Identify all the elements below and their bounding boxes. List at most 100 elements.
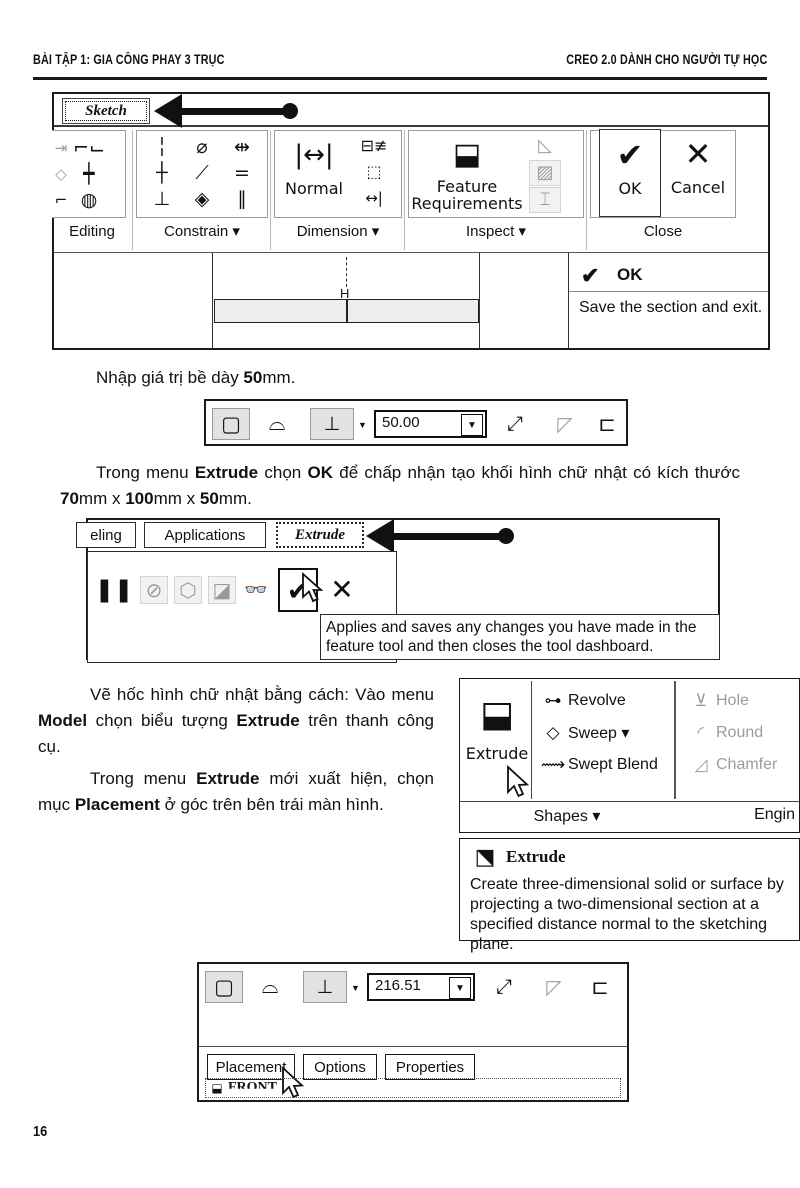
extrude-tooltip-line1: Create three-dimensional solid or surfac… (470, 876, 784, 893)
flip-direction-icon[interactable]: ⤢ (496, 408, 534, 440)
flip-direction-icon[interactable]: ⤢ (485, 971, 523, 1003)
ok-button[interactable]: ✔ OK (599, 129, 661, 217)
coincident-constraint-icon[interactable]: ◈ (183, 186, 221, 212)
remove-material-glyph: ⊏ (591, 975, 609, 999)
mirror-icon[interactable]: ⇥ (50, 136, 72, 160)
corner-icon[interactable]: ⌐ (50, 188, 72, 212)
gallery-footer-engineering[interactable]: Engin (754, 806, 795, 824)
extrude-big-button[interactable]: ⬓ Extrude (464, 683, 530, 797)
reference-dimension-icon[interactable]: ⬚ (353, 160, 395, 184)
solid-extrude-icon[interactable]: ▢ (212, 408, 250, 440)
extrude-icon: ⬔ (474, 845, 496, 870)
tab-applications[interactable]: Applications (144, 522, 266, 548)
placement-value-field[interactable]: 216.51 ▼ (367, 973, 475, 1001)
gallery-item-hole[interactable]: ⊻ Hole (686, 687, 800, 715)
remove-material-icon[interactable]: ⊏ (588, 408, 626, 440)
surface-extrude-icon[interactable]: ⌓ (258, 408, 296, 440)
perpendicular-constraint-icon[interactable]: ⊥ (143, 186, 181, 212)
glasses-preview-icon[interactable]: 👓 (242, 576, 270, 604)
symmetric-constraint-icon[interactable]: ⇹ (223, 134, 261, 160)
trim-icon[interactable]: ⌐⌙ (73, 135, 105, 161)
group-dimension: |↔| Normal ⊟≢ ⬚ ↔| (274, 130, 402, 218)
tab-modeling-label: eling (90, 526, 122, 544)
solid-extrude-icon[interactable]: ▢ (205, 971, 243, 1003)
midpoint-constraint-icon[interactable]: ⟋ (183, 160, 221, 186)
baseline-dimension-icon[interactable]: ⊟≢ (353, 133, 395, 159)
group-label-inspect: Inspect ▾ (465, 223, 527, 240)
solid-glyph: ▢ (221, 412, 241, 436)
wireframe-preview-icon[interactable]: ⬡ (174, 576, 202, 604)
tooltip-divider (569, 291, 768, 293)
tab-properties[interactable]: Properties (385, 1054, 475, 1080)
surface-extrude-icon[interactable]: ⌓ (251, 971, 289, 1003)
horizontal-constraint-icon[interactable]: ┼ (143, 160, 181, 186)
offset-icon[interactable]: ◍ (74, 187, 104, 213)
remove-material-glyph: ⊏ (598, 412, 616, 436)
sketch-tab[interactable]: Sketch (62, 98, 150, 124)
shade-closed-loops-icon[interactable]: ▨ (529, 160, 561, 186)
gallery-item-round[interactable]: ◜ Round (686, 719, 800, 747)
rotate-resize-icon[interactable]: ◇ (50, 162, 72, 186)
flip-glyph: ⤢ (507, 412, 523, 435)
remove-material-icon[interactable]: ⊏ (581, 971, 619, 1003)
perimeter-dimension-icon[interactable]: ↔| (353, 185, 395, 211)
sweep-icon: ◇ (546, 723, 560, 742)
shaded-preview-icon[interactable]: ◪ (208, 576, 236, 604)
thicken-sketch-icon[interactable]: ◸ (546, 408, 584, 440)
swept-blend-icon: ⟿ (540, 755, 566, 774)
vertical-constraint-icon[interactable]: ╎ (143, 134, 181, 160)
model-tree-row[interactable]: ⬓ FRONT (205, 1078, 621, 1098)
round-icon: ◜ (697, 723, 705, 742)
para-pocket-l2c: chọn biểu (87, 711, 174, 730)
para-pocket: Vẽ hốc hình chữ nhật bằng cách: Vào menu… (38, 682, 434, 760)
depth-type-chevron-down-icon[interactable]: ▼ (351, 984, 360, 993)
parallel-constraint-icon[interactable]: ∥ (223, 186, 261, 212)
depth-type-icon[interactable]: ⊥ (310, 408, 354, 440)
tab-options[interactable]: Options (303, 1054, 377, 1080)
placement-chevron-down-icon[interactable]: ▼ (449, 977, 471, 999)
divide-icon[interactable]: ┿ (74, 161, 104, 187)
sketch-rectangle-split (346, 299, 348, 323)
para-placement-l1b: Extrude (196, 769, 260, 788)
close-icon: ✕ (684, 135, 712, 173)
equal-constraint-icon[interactable]: = (223, 160, 261, 186)
para-extrude-b2: OK (307, 463, 333, 482)
depth-type-glyph: ⊥ (323, 413, 341, 435)
para-extrude-t5: mm x (78, 489, 126, 508)
apply-button[interactable]: ✔ (278, 568, 318, 612)
group-close: ✔ OK ✕ Cancel (590, 129, 736, 218)
gallery-footer-shapes[interactable]: Shapes ▾ (460, 806, 674, 826)
para-extrude-b5: 50 (199, 489, 219, 508)
tangent-constraint-icon[interactable]: ⌀ (183, 134, 221, 160)
overlapping-geometry-icon[interactable]: ⬓ (431, 133, 503, 177)
cancel-button[interactable]: ✕ Cancel (665, 129, 731, 217)
feature-requirements-icon[interactable]: ⌶ (529, 187, 561, 213)
extrude-tooltip-line3: specified distance normal to the sketchi… (470, 916, 768, 933)
pause-icon[interactable]: ❚❚ (95, 576, 134, 604)
depth-type-icon[interactable]: ⊥ (303, 971, 347, 1003)
normal-dimension-icon[interactable]: |↔| (281, 135, 347, 175)
gallery-footer: Shapes ▾ Engin (460, 801, 799, 832)
para-extrude-t7: mm. (218, 489, 252, 508)
tab-extrude-label: Extrude (294, 526, 345, 543)
depth-chevron-down-icon[interactable]: ▼ (461, 414, 483, 436)
gallery-item-round-label: Round (716, 724, 764, 741)
dashboard-divider (199, 1046, 627, 1048)
para-extrude-t6: mm x (153, 489, 200, 508)
depth-value-field[interactable]: 50.00 ▼ (374, 410, 487, 438)
thicken-sketch-icon[interactable]: ◸ (535, 971, 573, 1003)
tab-extrude[interactable]: Extrude (276, 522, 364, 548)
cancel-icon[interactable]: ✕ (324, 574, 360, 606)
group-separator-1 (132, 130, 133, 250)
depth-type-chevron-down-icon[interactable]: ▼ (358, 421, 367, 430)
gallery-item-chamfer[interactable]: ◿ Chamfer (686, 751, 800, 779)
center-axis (346, 257, 347, 287)
apply-tooltip-line2: feature tool and then closes the tool da… (326, 638, 654, 655)
tab-modeling[interactable]: eling (76, 522, 136, 548)
gallery-item-sweep-label: Sweep ▾ (568, 725, 630, 742)
no-preview-icon[interactable]: ⊘ (140, 576, 168, 604)
highlight-open-ends-icon[interactable]: ◺ (529, 133, 561, 159)
gallery-item-swept-blend-label: Swept Blend (568, 756, 658, 773)
tab-placement[interactable]: Placement (207, 1054, 295, 1080)
graphics-divider-2 (479, 253, 480, 348)
